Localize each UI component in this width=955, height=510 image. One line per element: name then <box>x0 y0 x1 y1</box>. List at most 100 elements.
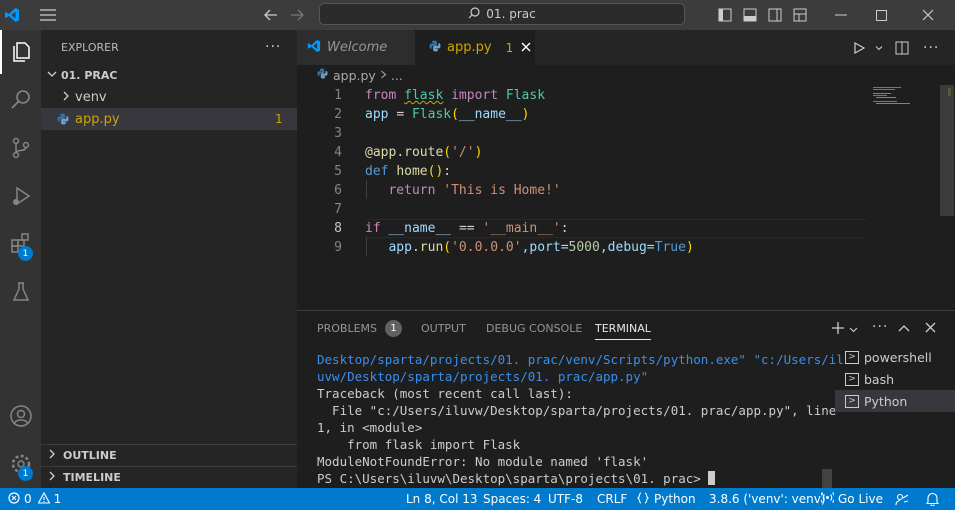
eol-status[interactable]: CRLF <box>597 488 627 510</box>
manage-gear-icon[interactable]: 1 <box>0 442 41 486</box>
notifications-bell-icon[interactable] <box>926 488 939 510</box>
testing-icon[interactable] <box>0 270 41 314</box>
code-line-9: app.run('0.0.0.0',port=5000,debug=True) <box>388 240 694 255</box>
vscode-logo-icon <box>0 0 24 30</box>
folder-root[interactable]: 01. PRAC <box>41 64 297 86</box>
panel-more-actions-icon[interactable]: ··· <box>872 319 888 335</box>
maximize-window-icon[interactable] <box>866 0 896 30</box>
activity-bar: 1 1 <box>0 30 41 488</box>
problems-count-badge: 1 <box>385 320 403 337</box>
accounts-icon[interactable] <box>0 394 41 438</box>
terminal-tab-label: powershell <box>864 349 932 365</box>
line-number: 5 <box>334 164 342 179</box>
go-live-button[interactable]: Go Live <box>819 488 883 510</box>
tab-problems[interactable]: PROBLEMS 1 <box>317 311 403 346</box>
terminal-line: uvw/Desktop/sparta/projects/01. prac/app… <box>317 369 649 384</box>
close-tab-icon[interactable] <box>521 41 531 55</box>
terminal-icon: > <box>845 394 859 408</box>
toggle-panel-icon[interactable] <box>739 0 761 30</box>
line-number: 1 <box>334 88 342 103</box>
terminal-icon: > <box>845 350 859 364</box>
menu-icon[interactable] <box>36 0 60 30</box>
explorer-sidebar: EXPLORER ··· 01. PRAC venv app.py 1 OUTL… <box>41 30 297 488</box>
extensions-icon[interactable]: 1 <box>0 222 41 266</box>
maximize-panel-icon[interactable] <box>898 322 910 336</box>
terminal-tab-label: bash <box>864 371 895 387</box>
indentation-status[interactable]: Spaces: 4 <box>483 488 541 510</box>
run-python-file-icon[interactable] <box>853 30 877 65</box>
line-number: 3 <box>334 126 342 141</box>
run-dropdown-chevron-icon[interactable] <box>875 30 887 65</box>
outline-title: OUTLINE <box>63 449 117 462</box>
terminal-profile-chevron-icon[interactable] <box>849 323 858 337</box>
timeline-title: TIMELINE <box>63 471 121 484</box>
tree-item-venv[interactable]: venv <box>41 86 297 108</box>
explorer-title: EXPLORER <box>61 40 119 54</box>
minimap[interactable] <box>873 85 939 109</box>
terminal-prompt-line[interactable]: PS C:\Users\iluvw\Desktop\sparta\project… <box>317 470 716 487</box>
editor-scrollbar[interactable] <box>940 85 954 216</box>
chevron-right-icon <box>61 90 71 104</box>
encoding-status[interactable]: UTF-8 <box>548 488 583 510</box>
terminal-line: 1, in <module> <box>317 420 423 435</box>
status-bar: 0 1 Ln 8, Col 13 Spaces: 4 UTF-8 CRLF Py… <box>0 488 955 510</box>
breadcrumb-file[interactable]: app.py <box>333 68 376 83</box>
search-text: 01. prac <box>486 7 536 21</box>
search-icon <box>468 6 480 22</box>
chevron-right-icon <box>47 471 57 484</box>
warning-count: 1 <box>53 492 62 506</box>
terminal-tab-powershell[interactable]: > powershell <box>835 346 955 368</box>
cursor-position[interactable]: Ln 8, Col 13 <box>406 488 478 510</box>
go-live-label: Go Live <box>838 492 883 506</box>
outline-section-header[interactable]: OUTLINE <box>41 444 297 466</box>
toggle-secondary-sidebar-icon[interactable] <box>764 0 786 30</box>
new-terminal-plus-icon[interactable] <box>831 321 845 338</box>
tab-app-py[interactable]: app.py 1 <box>415 30 535 65</box>
breadcrumb-symbols[interactable]: ... <box>391 68 403 83</box>
broadcast-icon <box>819 491 836 507</box>
language-mode[interactable]: Python <box>636 488 696 510</box>
tab-output[interactable]: OUTPUT <box>421 311 466 346</box>
close-window-icon[interactable] <box>913 0 943 30</box>
manage-badge: 1 <box>18 466 33 481</box>
extensions-badge: 1 <box>18 246 33 261</box>
code-line-6: return 'This is Home!' <box>388 183 561 198</box>
error-icon <box>8 491 20 507</box>
tree-item-app-py[interactable]: app.py 1 <box>41 108 297 130</box>
terminal-line: File "c:/Users/iluvw/Desktop/sparta/proj… <box>317 403 837 418</box>
tab-terminal[interactable]: TERMINAL <box>595 311 651 346</box>
code-line-4: @app.route('/') <box>365 145 483 160</box>
source-control-icon[interactable] <box>0 126 41 170</box>
line-number: 8 <box>334 221 342 236</box>
command-center-search[interactable]: 01. prac <box>319 3 685 25</box>
terminal-tab-python[interactable]: > Python <box>835 390 955 412</box>
problems-status[interactable]: 0 1 <box>8 488 61 510</box>
tab-welcome[interactable]: Welcome <box>297 30 415 65</box>
editor-more-actions-icon[interactable]: ··· <box>923 30 943 65</box>
split-editor-icon[interactable] <box>895 30 915 65</box>
close-panel-icon[interactable] <box>925 322 936 336</box>
breadcrumb: app.py ... <box>297 65 955 85</box>
python-file-icon <box>57 113 69 128</box>
tab-debug-console[interactable]: DEBUG CONSOLE <box>486 311 582 346</box>
minimize-window-icon[interactable] <box>826 0 856 30</box>
forward-arrow-icon[interactable] <box>286 0 308 30</box>
customize-layout-icon[interactable] <box>789 0 811 30</box>
python-interpreter[interactable]: 3.8.6 ('venv': venv) <box>709 488 826 510</box>
toggle-primary-sidebar-icon[interactable] <box>714 0 736 30</box>
explorer-more-actions[interactable]: ··· <box>265 39 281 55</box>
explorer-icon[interactable] <box>0 30 41 74</box>
terminal-cursor <box>708 471 716 485</box>
terminal-tab-bash[interactable]: > bash <box>835 368 955 390</box>
error-count: 0 <box>24 492 32 506</box>
terminal-scrollbar[interactable] <box>822 469 832 489</box>
feedback-icon[interactable] <box>895 488 909 510</box>
terminal-line: Traceback (most recent call last): <box>317 386 573 401</box>
code-line-2: app = Flask(__name__) <box>365 107 530 122</box>
timeline-section-header[interactable]: TIMELINE <box>41 466 297 488</box>
chevron-down-icon <box>47 68 57 82</box>
back-arrow-icon[interactable] <box>260 0 282 30</box>
search-view-icon[interactable] <box>0 78 41 122</box>
code-editor[interactable]: 1 2 4 5 6 7 8 9 3 from flask import Flas… <box>297 85 955 310</box>
run-debug-icon[interactable] <box>0 174 41 218</box>
